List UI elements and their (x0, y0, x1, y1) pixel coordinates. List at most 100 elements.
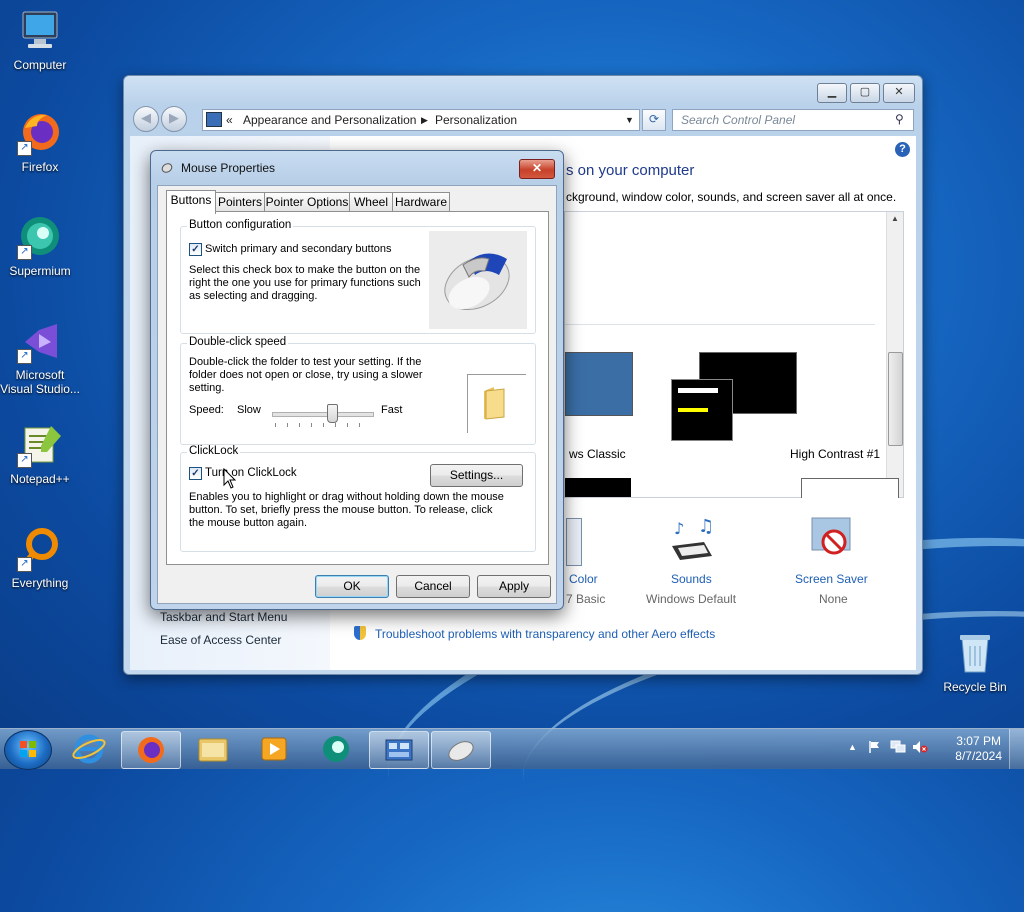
search-input[interactable]: Search Control Panel ⚲ (672, 109, 914, 131)
desktop-icon-firefox[interactable]: ↗ Firefox (0, 110, 80, 174)
button-config-description: Select this check box to make the button… (189, 264, 421, 302)
theme-preview-front (671, 379, 733, 441)
screen-saver-link[interactable]: Screen Saver (795, 572, 868, 586)
supermium-icon: ↗ (17, 214, 63, 260)
tab-pointer-options[interactable]: Pointer Options (264, 192, 350, 212)
sounds-icon[interactable]: ♪ ♫ (668, 516, 720, 564)
computer-icon (17, 8, 63, 54)
action-center-flag-icon[interactable] (868, 740, 882, 754)
clicklock-label[interactable]: Turn on ClickLock (205, 467, 297, 480)
speed-label: Speed: (189, 404, 224, 416)
firefox-icon (138, 737, 164, 763)
apply-button[interactable]: Apply (477, 575, 551, 598)
network-icon[interactable] (890, 740, 906, 754)
theme-windows-classic[interactable] (565, 352, 633, 416)
test-folder-icon[interactable] (467, 374, 526, 433)
mouse-icon (448, 741, 474, 761)
window-color-sub: 7 Basic (566, 592, 606, 606)
group-title: Button configuration (187, 219, 294, 231)
help-icon[interactable]: ? (895, 142, 910, 157)
tab-wheel[interactable]: Wheel (349, 192, 393, 212)
clicklock-settings-button[interactable]: Settings... (430, 464, 523, 487)
double-click-slider-thumb[interactable] (327, 404, 338, 423)
refresh-button[interactable]: ⟳ (642, 109, 666, 131)
firefox-icon: ↗ (17, 110, 63, 156)
theme-partial-1 (565, 478, 631, 497)
clock[interactable]: 3:07 PM 8/7/2024 (955, 734, 1002, 764)
taskbar-supermium[interactable] (307, 731, 365, 767)
dialog-close-button[interactable]: ✕ (519, 159, 555, 179)
dialog-client: Buttons Pointers Pointer Options Wheel H… (157, 185, 557, 604)
switch-buttons-checkbox[interactable]: ✓ (189, 243, 202, 256)
desktop-icon-label: Recycle Bin (943, 680, 1007, 694)
desktop-icon-everything[interactable]: ↗ Everything (0, 526, 80, 590)
window-color-link[interactable]: Color (569, 572, 598, 586)
desktop-icon-label: Firefox (21, 160, 59, 174)
show-desktop-button[interactable] (1009, 729, 1024, 769)
theme-high-contrast-1[interactable] (671, 352, 797, 441)
breadcrumb-personalization[interactable]: Personalization (435, 113, 517, 127)
double-click-slider-track[interactable] (272, 412, 374, 417)
shortcut-arrow-icon: ↗ (17, 557, 32, 572)
troubleshoot-link[interactable]: Troubleshoot problems with transparency … (375, 627, 715, 641)
dialog-title: Mouse Properties (181, 161, 276, 175)
volume-muted-icon[interactable] (912, 740, 928, 754)
clicklock-checkbox[interactable]: ✓ (189, 467, 202, 480)
mouse-properties-dialog[interactable]: Mouse Properties ✕ Buttons Pointers Poin… (150, 150, 564, 610)
left-link-ease-of-access[interactable]: Ease of Access Center (160, 633, 281, 647)
scroll-thumb[interactable] (888, 352, 903, 446)
taskbar-mouse-properties[interactable] (431, 731, 491, 769)
minimize-button[interactable]: ▁ (817, 83, 847, 103)
desktop-icon-supermium[interactable]: ↗ Supermium (0, 214, 80, 278)
desktop-icon-label: Everything (11, 576, 69, 590)
tab-buttons[interactable]: Buttons (166, 190, 216, 214)
desktop-icon-notepadpp[interactable]: ↗ Notepad++ (0, 422, 80, 486)
forward-button[interactable]: ▶ (161, 106, 187, 132)
back-button[interactable]: ◀ (133, 106, 159, 132)
address-bar[interactable]: « Appearance and Personalization ▶ Perso… (202, 109, 640, 131)
close-button[interactable]: ✕ (883, 83, 915, 103)
desktop-icon-label: Supermium (9, 264, 71, 278)
desktop-icon-recycle-bin[interactable]: Recycle Bin (935, 630, 1015, 694)
mouse-illustration-icon (429, 231, 527, 329)
clicklock-description: Enables you to highlight or drag without… (189, 491, 504, 529)
desktop-icon-computer[interactable]: Computer (0, 8, 80, 72)
tab-pointers[interactable]: Pointers (215, 192, 265, 212)
everything-icon: ↗ (17, 526, 63, 572)
start-button[interactable] (4, 730, 52, 770)
taskbar-firefox[interactable] (121, 731, 181, 769)
breadcrumb-prefix[interactable]: « (226, 113, 233, 127)
slow-label: Slow (237, 404, 261, 416)
desktop-icon-visual-studio[interactable]: ↗ Microsoft Visual Studio... (0, 318, 80, 396)
themes-scrollbar[interactable]: ▲ ▼ (886, 212, 903, 497)
shortcut-arrow-icon: ↗ (17, 245, 32, 260)
cancel-button[interactable]: Cancel (396, 575, 470, 598)
sounds-link[interactable]: Sounds (671, 572, 712, 586)
taskbar-media-player[interactable] (245, 731, 303, 767)
switch-buttons-label[interactable]: Switch primary and secondary buttons (205, 243, 391, 256)
ok-button[interactable]: OK (315, 575, 389, 598)
shortcut-arrow-icon: ↗ (17, 141, 32, 156)
desktop-icon-label-line2: Visual Studio... (0, 382, 80, 396)
desktop-icon-label: Computer (13, 58, 67, 72)
themes-list[interactable]: ▲ ▼ ws Classic High Contrast #1 (564, 211, 904, 498)
search-icon[interactable]: ⚲ (895, 112, 904, 126)
group-title: Double-click speed (187, 336, 289, 348)
tray-expand-icon[interactable]: ▲ (848, 742, 857, 752)
hc-highlight (678, 408, 708, 412)
left-link-taskbar[interactable]: Taskbar and Start Menu (160, 610, 287, 624)
taskbar-explorer[interactable] (184, 731, 242, 767)
scroll-up-icon[interactable]: ▲ (887, 212, 903, 226)
group-clicklock: ClickLock ✓ Turn on ClickLock Settings..… (180, 445, 536, 552)
taskbar-internet-explorer[interactable] (60, 731, 118, 767)
notepadpp-icon: ↗ (17, 422, 63, 468)
screen-saver-icon[interactable] (810, 516, 854, 560)
maximize-button[interactable]: ▢ (850, 83, 880, 103)
chevron-down-icon[interactable]: ▼ (625, 115, 634, 125)
window-color-icon[interactable] (566, 518, 582, 566)
tab-hardware[interactable]: Hardware (392, 192, 450, 212)
taskbar-control-panel[interactable] (369, 731, 429, 769)
theme-label[interactable]: ws Classic (569, 447, 626, 461)
theme-label[interactable]: High Contrast #1 (790, 447, 880, 461)
breadcrumb-appearance[interactable]: Appearance and Personalization (243, 113, 416, 127)
